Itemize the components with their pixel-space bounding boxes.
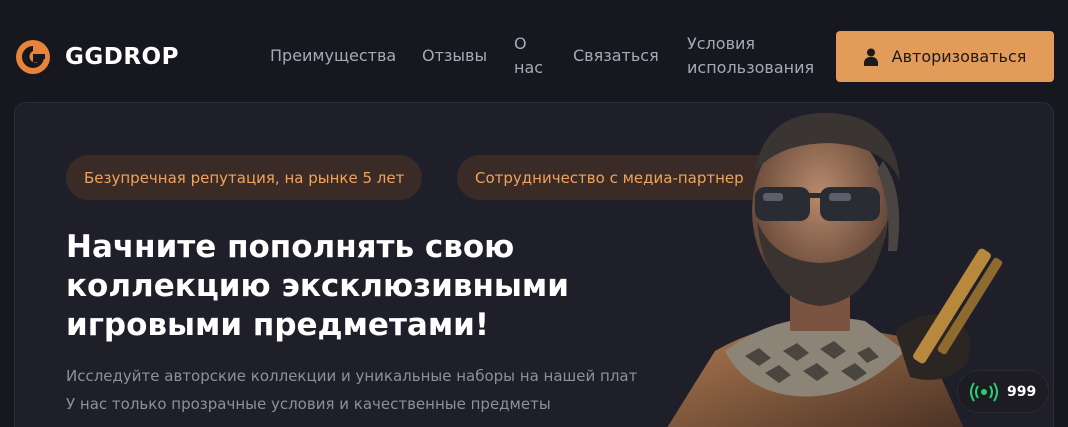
- nav-contact[interactable]: Связаться: [573, 44, 659, 68]
- site-header: GGDROP Преимущества Отзывы О нас Связать…: [0, 0, 1068, 100]
- ggdrop-logo-icon: [16, 40, 50, 74]
- reputation-badge: Безупречная репутация, на рынке 5 лет: [66, 155, 423, 200]
- online-count: 999: [1007, 383, 1037, 400]
- nav-terms-line2: использования: [687, 58, 815, 77]
- nav-terms-line1: Условия: [687, 34, 756, 53]
- headline-line-1: Начните пополнять свою: [66, 229, 515, 265]
- logo[interactable]: GGDROP: [14, 38, 179, 76]
- hero-headline: Начните пополнять свою коллекцию эксклюз…: [66, 228, 626, 345]
- nav-about-line2: нас: [514, 58, 544, 77]
- nav-about-line1: О: [514, 34, 527, 53]
- login-button[interactable]: Авторизоваться: [836, 31, 1054, 82]
- user-icon: [863, 48, 878, 66]
- broadcast-icon: [970, 381, 998, 402]
- description-line-2: У нас только прозрачные условия и качест…: [66, 395, 551, 413]
- nav-terms[interactable]: Условия использования: [687, 32, 814, 80]
- nav-reviews[interactable]: Отзывы: [422, 44, 487, 68]
- nav-about[interactable]: О нас: [514, 32, 543, 80]
- description-line-1: Исследуйте авторские коллекции и уникаль…: [66, 367, 638, 385]
- brand-name: GGDROP: [65, 44, 179, 70]
- headline-line-2: коллекцию эксклюзивными: [66, 268, 569, 304]
- login-button-label: Авторизоваться: [891, 47, 1027, 66]
- online-counter[interactable]: 999: [958, 371, 1048, 412]
- headline-line-3: игровыми предметами!: [66, 307, 490, 343]
- nav-advantages[interactable]: Преимущества: [270, 44, 396, 68]
- hero-section: Безупречная репутация, на рынке 5 лет Со…: [14, 102, 1054, 427]
